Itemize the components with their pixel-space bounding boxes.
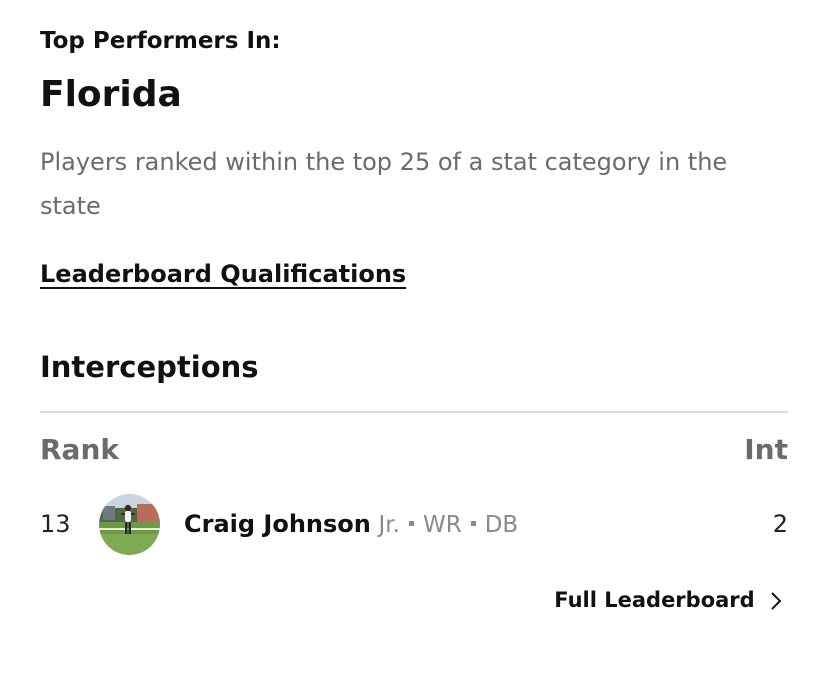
player-position-2: DB: [484, 512, 519, 538]
leaderboard-qualifications-link[interactable]: Leaderboard Qualifications: [40, 260, 406, 288]
player-rank: 13: [40, 510, 71, 538]
player-year: Jr.: [378, 512, 400, 538]
column-header-rank: Rank: [40, 433, 120, 466]
chevron-right-icon: [771, 592, 782, 610]
table-row[interactable]: 13 Craig Johnson Jr. WR DB 2: [40, 494, 788, 556]
column-header-int: Int: [744, 433, 788, 466]
player-int-value: 2: [772, 510, 788, 538]
state-title: Florida: [40, 74, 182, 115]
card-description: Players ranked within the top 25 of a st…: [40, 148, 728, 220]
category-title: Interceptions: [40, 350, 259, 384]
card-kicker: Top Performers In:: [40, 28, 281, 54]
divider: [40, 411, 788, 413]
full-leaderboard-link[interactable]: Full Leaderboard: [554, 588, 782, 612]
player-position-1: WR: [422, 512, 462, 538]
separator-dot: [470, 520, 476, 526]
avatar[interactable]: [99, 494, 160, 555]
player-photo-icon: [99, 494, 160, 555]
full-leaderboard-label: Full Leaderboard: [554, 588, 755, 612]
player-info: Craig Johnson Jr. WR DB: [184, 510, 518, 538]
separator-dot: [408, 520, 414, 526]
player-name[interactable]: Craig Johnson: [184, 510, 371, 538]
